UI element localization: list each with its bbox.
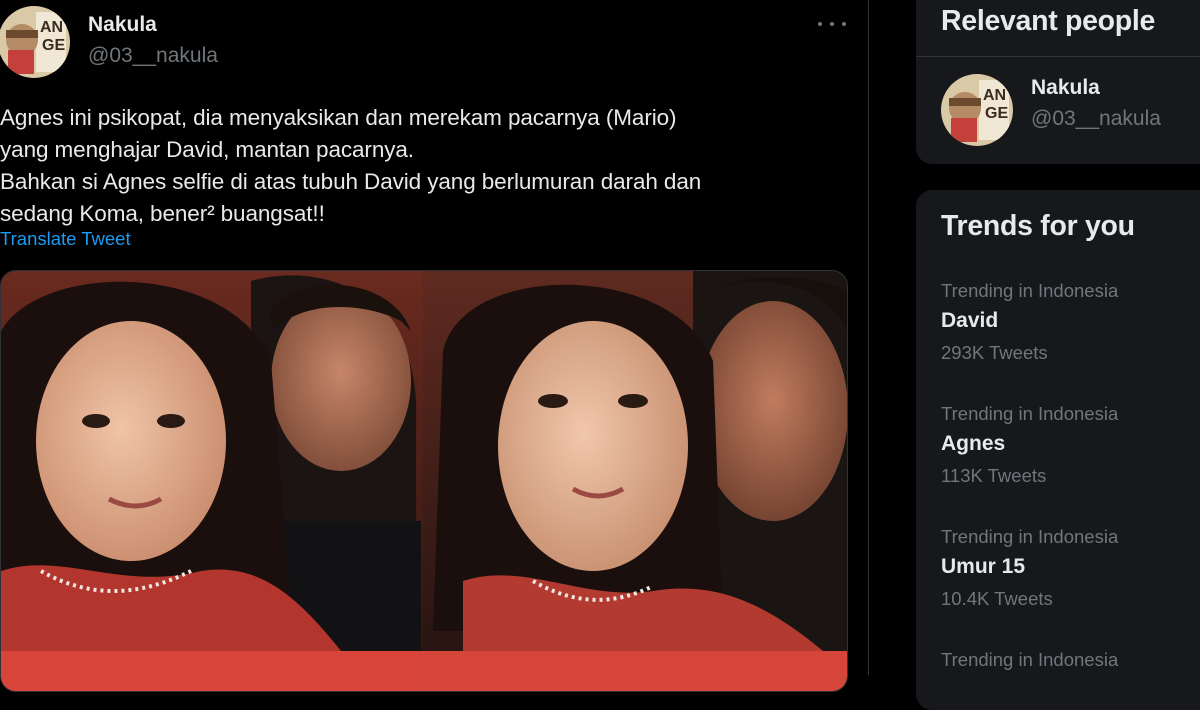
- svg-text:GE: GE: [42, 37, 65, 54]
- trend-topic: David: [941, 309, 999, 332]
- svg-text:AN: AN: [40, 19, 63, 36]
- trend-count: 293K Tweets: [941, 342, 1048, 363]
- person-avatar[interactable]: AN GE: [941, 74, 1013, 146]
- media-photo-right[interactable]: [423, 271, 847, 691]
- right-sidebar: Relevant people AN GE Nakula @03__nakula…: [869, 0, 1200, 710]
- trends-title: Trends for you: [941, 210, 1135, 242]
- media-photo-left[interactable]: [1, 271, 423, 691]
- trend-topic: Agnes: [941, 432, 1006, 455]
- panel-divider: [916, 56, 1200, 57]
- dot: [818, 22, 822, 26]
- trend-topic: Umur 15: [941, 555, 1026, 578]
- relevant-people-title: Relevant people: [941, 5, 1156, 37]
- dot: [842, 22, 846, 26]
- trends-panel: Trends for you Trending in Indonesia Dav…: [916, 190, 1200, 710]
- trend-context: Trending in Indonesia: [941, 526, 1119, 547]
- trend-item[interactable]: Trending in Indonesia: [941, 649, 1200, 671]
- relevant-people-panel: Relevant people AN GE Nakula @03__nakula: [916, 0, 1200, 164]
- tweet-text: Agnes ini psikopat, dia menyaksikan dan …: [0, 105, 702, 226]
- trend-count: 113K Tweets: [941, 465, 1047, 486]
- svg-text:GE: GE: [985, 105, 1008, 122]
- tweet: AN GE Nakula @03__nakula Agnes ini psiko…: [0, 0, 868, 692]
- author-name[interactable]: Nakula: [88, 13, 157, 37]
- svg-text:AN: AN: [983, 87, 1006, 104]
- trend-count: 10.4K Tweets: [941, 588, 1053, 609]
- more-options-icon[interactable]: [818, 14, 846, 34]
- dot: [830, 22, 834, 26]
- translate-tweet-link[interactable]: Translate Tweet: [0, 228, 131, 250]
- trend-context: Trending in Indonesia: [941, 649, 1119, 670]
- person-handle[interactable]: @03__nakula: [1031, 107, 1161, 131]
- tweet-media[interactable]: [0, 270, 848, 692]
- trend-item[interactable]: Trending in Indonesia Umur 15 10.4K Twee…: [941, 526, 1200, 610]
- person-name[interactable]: Nakula: [1031, 76, 1100, 100]
- author-avatar[interactable]: AN GE: [0, 6, 70, 78]
- trend-item[interactable]: Trending in Indonesia David 293K Tweets: [941, 280, 1200, 364]
- author-handle[interactable]: @03__nakula: [88, 44, 218, 68]
- trend-item[interactable]: Trending in Indonesia Agnes 113K Tweets: [941, 403, 1200, 487]
- trend-context: Trending in Indonesia: [941, 403, 1119, 424]
- trend-context: Trending in Indonesia: [941, 280, 1119, 301]
